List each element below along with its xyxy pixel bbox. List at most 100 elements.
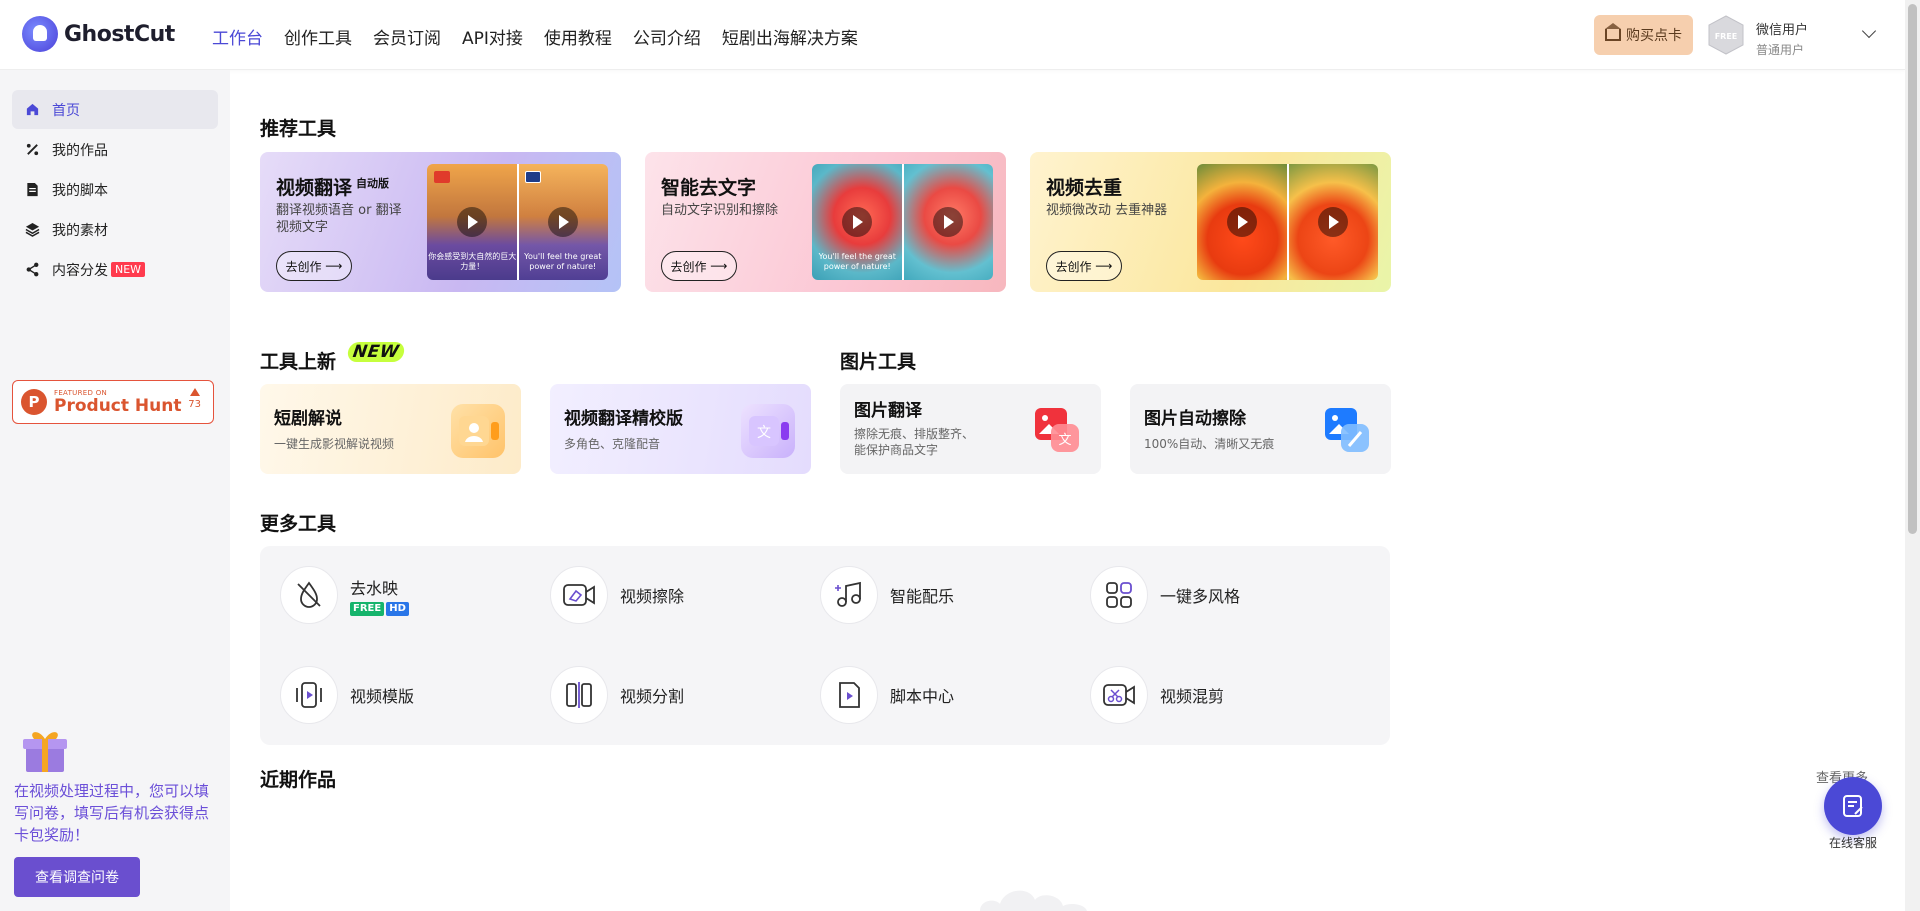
play-icon[interactable] xyxy=(457,207,488,237)
page-scrollbar[interactable] xyxy=(1905,0,1920,911)
online-support-label: 在线客服 xyxy=(1829,836,1878,850)
recent-title: 近期作品 xyxy=(260,769,337,791)
logo[interactable]: GhostCut xyxy=(22,16,175,52)
music-icon xyxy=(820,566,878,624)
layers-icon xyxy=(24,222,40,238)
preview-before: You'll feel the great power of nature! xyxy=(812,164,903,280)
play-icon[interactable] xyxy=(547,207,578,237)
tool-desc: 一键生成影视解说视频 xyxy=(274,437,395,451)
tool-video-split[interactable]: 视频分割 xyxy=(550,666,684,724)
more-label: 去水映 xyxy=(350,578,399,598)
cn-flag-icon xyxy=(434,171,450,183)
tool-title: 图片翻译 xyxy=(854,401,922,421)
view-survey-button[interactable]: 查看调查问卷 xyxy=(14,857,140,897)
image-translate-icon: 文 xyxy=(1031,404,1085,458)
more-tools-title: 更多工具 xyxy=(260,513,337,535)
user-name: 微信用户 xyxy=(1756,23,1809,38)
create-button-label: 去创作 xyxy=(285,259,322,274)
preview-caption: 你会感受到大自然的巨大力量！ xyxy=(428,252,517,271)
tool-video-erase[interactable]: 视频擦除 xyxy=(550,566,684,624)
compare-divider xyxy=(902,164,904,280)
play-icon[interactable] xyxy=(1317,207,1348,237)
nav-item-membership[interactable]: 会员订阅 xyxy=(373,24,441,49)
grid-icon xyxy=(1090,566,1148,624)
create-button-label: 去创作 xyxy=(670,259,707,274)
image-tools-title: 图片工具 xyxy=(840,351,917,373)
empty-state-illustration xyxy=(975,880,1095,911)
nav-item-workbench[interactable]: 工作台 xyxy=(212,24,263,49)
play-icon[interactable] xyxy=(932,207,963,237)
brand-name: GhostCut xyxy=(64,21,175,47)
card-title-tag: 自动版 xyxy=(356,176,390,190)
ghost-logo-icon xyxy=(22,16,58,52)
scrollbar-thumb[interactable] xyxy=(1908,4,1917,534)
tool-desc: 100%自动、清晰又无痕 xyxy=(1144,437,1275,451)
tool-card-image-translate[interactable]: 图片翻译 擦除无痕、排版整齐、能保护商品文字 文 xyxy=(840,384,1101,474)
tool-video-template[interactable]: 视频模版 xyxy=(280,666,414,724)
video-erase-icon xyxy=(550,566,608,624)
commentary-icon xyxy=(451,404,505,458)
sidebar-item-distribution[interactable]: 内容分发 NEW xyxy=(12,250,218,289)
nav-item-short-drama[interactable]: 短剧出海解决方案 xyxy=(722,24,858,49)
buy-credits-label: 购买点卡 xyxy=(1626,28,1682,44)
tool-card-video-translate-pro[interactable]: 视频翻译精校版 多角色、克隆配音 文 xyxy=(550,384,811,474)
preview-caption: You'll feel the great power of nature! xyxy=(524,252,602,271)
nav-item-tutorials[interactable]: 使用教程 xyxy=(544,24,612,49)
sidebar-item-works[interactable]: 我的作品 xyxy=(12,130,218,169)
more-label: 智能配乐 xyxy=(890,587,955,606)
tool-card-drama-commentary[interactable]: 短剧解说 一键生成影视解说视频 xyxy=(260,384,521,474)
image-erase-icon xyxy=(1321,404,1375,458)
tool-watermark-remove[interactable]: 去水映 FREE HD xyxy=(280,566,411,624)
main-nav: 工作台 创作工具 会员订阅 API对接 使用教程 公司介绍 短剧出海解决方案 xyxy=(212,24,879,49)
preview-caption: You'll feel the great power of nature! xyxy=(818,252,896,271)
tool-title: 图片自动擦除 xyxy=(1144,409,1246,429)
card-title-text: 视频翻译 xyxy=(276,177,353,199)
preview-after xyxy=(1287,164,1378,280)
nav-item-api[interactable]: API对接 xyxy=(462,24,523,49)
gift-icon xyxy=(20,724,70,774)
create-button[interactable]: 去创作 ⟶ xyxy=(276,251,352,281)
sidebar-item-materials[interactable]: 我的素材 xyxy=(12,210,218,249)
rec-card-text-removal[interactable]: 智能去文字 自动文字识别和擦除 去创作 ⟶ You'll feel the gr… xyxy=(645,152,1006,292)
uk-flag-icon xyxy=(524,171,541,183)
play-icon[interactable] xyxy=(842,207,873,237)
nav-item-about[interactable]: 公司介绍 xyxy=(633,24,701,49)
chevron-down-icon[interactable] xyxy=(1861,23,1877,39)
tool-video-mix[interactable]: 视频混剪 xyxy=(1090,666,1224,724)
more-label: 视频混剪 xyxy=(1160,687,1225,706)
tool-card-image-erase[interactable]: 图片自动擦除 100%自动、清晰又无痕 xyxy=(1130,384,1391,474)
more-label: 视频擦除 xyxy=(620,587,685,606)
sidebar-item-scripts[interactable]: 我的脚本 xyxy=(12,170,218,209)
tool-script-center[interactable]: 脚本中心 xyxy=(820,666,954,724)
sidebar-item-label: 我的作品 xyxy=(52,142,108,159)
create-button[interactable]: 去创作 ⟶ xyxy=(661,251,737,281)
user-info[interactable]: 微信用户 普通用户 xyxy=(1756,19,1808,58)
avatar[interactable]: FREE xyxy=(1707,15,1745,55)
buy-credits-button[interactable]: 购买点卡 xyxy=(1594,15,1693,55)
more-label: 一键多风格 xyxy=(1160,587,1241,606)
top-navbar: GhostCut 工作台 创作工具 会员订阅 API对接 使用教程 公司介绍 短… xyxy=(0,0,1905,70)
rec-card-video-translate[interactable]: 视频翻译 自动版 翻译视频语音 or 翻译视频文字 去创作 ⟶ 你会感受到大自然的… xyxy=(260,152,621,292)
compare-divider xyxy=(517,164,519,280)
online-support-button[interactable] xyxy=(1824,777,1882,835)
tool-smart-music[interactable]: 智能配乐 xyxy=(820,566,954,624)
preview-after: You'll feel the great power of nature! xyxy=(517,164,608,280)
product-hunt-badge[interactable]: P FEATURED ON Product Hunt 73 xyxy=(12,380,214,424)
support-icon xyxy=(1843,795,1863,817)
share-icon xyxy=(24,262,40,278)
more-label: 视频分割 xyxy=(620,687,685,706)
play-icon[interactable] xyxy=(1227,207,1258,237)
home-icon xyxy=(24,102,40,118)
tool-multi-style[interactable]: 一键多风格 xyxy=(1090,566,1240,624)
script-center-icon xyxy=(820,666,878,724)
create-button[interactable]: 去创作 ⟶ xyxy=(1046,251,1122,281)
sidebar-item-home[interactable]: 首页 xyxy=(12,90,218,129)
nav-item-creation-tools[interactable]: 创作工具 xyxy=(284,24,352,49)
user-level: 普通用户 xyxy=(1756,43,1805,57)
rec-card-dedup[interactable]: 视频去重 视频微改动 去重神器 去创作 ⟶ xyxy=(1030,152,1391,292)
script-icon xyxy=(24,182,40,198)
card-title: 视频去重 xyxy=(1046,177,1123,199)
survey-text: 在视频处理过程中，您可以填写问卷，填写后有机会获得点卡包奖励！ xyxy=(14,782,210,844)
watermark-remove-icon xyxy=(280,566,338,624)
card-title: 智能去文字 xyxy=(661,177,757,199)
